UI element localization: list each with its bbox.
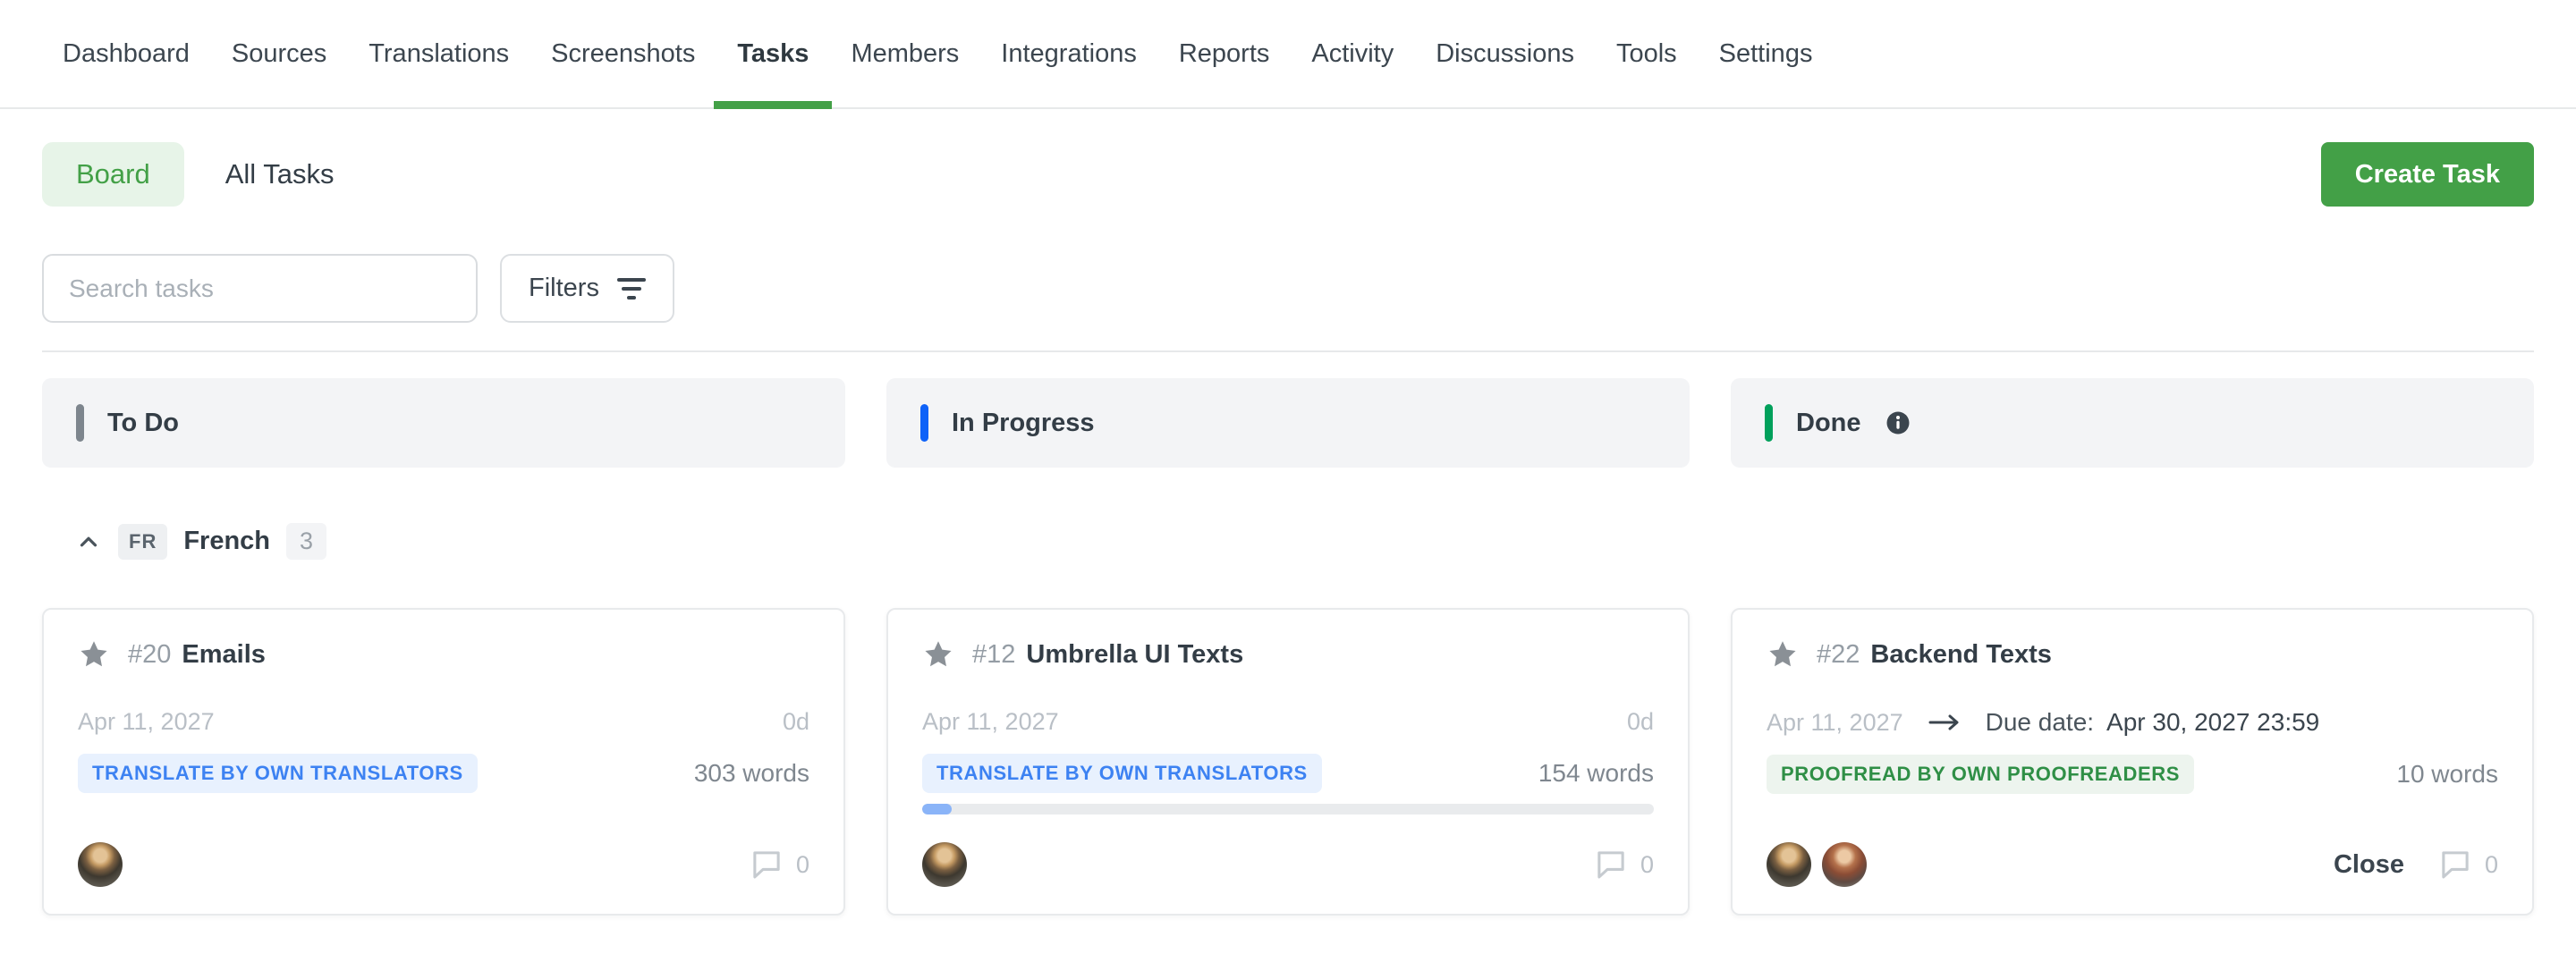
column-header-in-progress: In Progress [886,378,1690,468]
column-header-done: Done [1731,378,2534,468]
info-icon[interactable] [1885,409,1911,436]
filters-button[interactable]: Filters [500,254,674,323]
male-avatar[interactable] [1767,842,1811,887]
filter-lines-icon [617,278,646,300]
due-date-value: Apr 30, 2027 23:59 [2106,708,2319,737]
language-name: French [183,527,270,556]
male-avatar[interactable] [922,842,967,887]
comment-icon [750,849,784,880]
duration: 0d [1627,708,1654,736]
collapse-group-button[interactable] [75,528,102,555]
task-id: #20 [128,640,171,670]
card-badge-row: TRANSLATE BY OWN TRANSLATORS 154 words [922,754,1654,793]
task-card-emails[interactable]: #20 Emails Apr 11, 2027 0d TRANSLATE BY … [42,608,845,916]
task-title: Emails [182,640,266,670]
task-card-umbrella-ui-texts[interactable]: #12 Umbrella UI Texts Apr 11, 2027 0d TR… [886,608,1690,916]
card-date-row: Apr 11, 2027 Due date: Apr 30, 2027 23:5… [1767,708,2498,737]
card-date-row: Apr 11, 2027 0d [78,708,809,736]
card-date-row: Apr 11, 2027 0d [922,708,1654,736]
board-columns: To Do In Progress Done [0,378,2576,468]
todo-status-bar [76,404,84,442]
search-input[interactable] [42,254,478,323]
nav-item-reports[interactable]: Reports [1179,0,1270,107]
tasks-toolbar: Board All Tasks Create Task [0,142,2576,207]
card-footer: 0 [922,842,1654,887]
card-footer: 0 [78,842,809,887]
female-avatar[interactable] [1822,842,1867,887]
done-status-bar [1765,404,1773,442]
nav-item-integrations[interactable]: Integrations [1001,0,1137,107]
tab-all-tasks[interactable]: All Tasks [225,158,335,190]
create-task-button[interactable]: Create Task [2321,142,2534,207]
star-icon[interactable] [1767,638,1799,671]
comment-count: 0 [796,851,809,879]
card-title-row: #20 Emails [78,638,809,671]
card-footer: Close 0 [1767,842,2498,887]
progress-bar-fill [922,804,952,814]
word-count: 10 words [2396,760,2498,789]
nav-item-dashboard[interactable]: Dashboard [63,0,190,107]
task-type-badge: TRANSLATE BY OWN TRANSLATORS [78,754,478,793]
progress-bar [922,804,1654,814]
nav-item-translations[interactable]: Translations [369,0,509,107]
nav-item-settings[interactable]: Settings [1719,0,1813,107]
assignee-avatars [1767,842,1867,887]
tab-board[interactable]: Board [42,142,184,207]
due-date-label: Due date: [1986,708,2094,737]
card-badge-row: PROOFREAD BY OWN PROOFREADERS 10 words [1767,755,2498,794]
star-icon[interactable] [922,638,954,671]
close-task-button[interactable]: Close [2334,850,2404,880]
comments[interactable]: 0 [750,849,809,880]
column-label: Done [1796,409,1861,438]
filters-button-label: Filters [529,274,599,303]
word-count: 154 words [1538,759,1654,788]
task-type-badge: TRANSLATE BY OWN TRANSLATORS [922,754,1322,793]
comment-icon [2438,849,2472,880]
assignee-avatars [78,842,123,887]
nav-item-tools[interactable]: Tools [1616,0,1677,107]
task-title: Umbrella UI Texts [1026,640,1243,670]
task-card-backend-texts[interactable]: #22 Backend Texts Apr 11, 2027 Due date:… [1731,608,2534,916]
task-id: #12 [972,640,1015,670]
card-badge-row: TRANSLATE BY OWN TRANSLATORS 303 words [78,754,809,793]
start-date: Apr 11, 2027 [922,708,1059,736]
nav-item-members[interactable]: Members [851,0,959,107]
column-label: In Progress [952,409,1095,438]
male-avatar[interactable] [78,842,123,887]
nav-item-tasks[interactable]: Tasks [737,0,809,107]
language-group-header: FR French 3 [0,523,2576,560]
duration: 0d [783,708,809,736]
nav-item-screenshots[interactable]: Screenshots [551,0,695,107]
column-label: To Do [107,409,179,438]
section-divider [42,350,2534,352]
language-code-badge: FR [118,524,167,560]
task-count-badge: 3 [286,523,326,560]
task-title: Backend Texts [1870,640,2052,670]
start-date: Apr 11, 2027 [1767,709,1903,737]
top-navigation: Dashboard Sources Translations Screensho… [0,0,2576,109]
comments[interactable]: 0 [2438,849,2498,880]
nav-item-discussions[interactable]: Discussions [1436,0,1574,107]
column-header-todo: To Do [42,378,845,468]
task-cards-row: #20 Emails Apr 11, 2027 0d TRANSLATE BY … [0,608,2576,916]
comment-icon [1594,849,1628,880]
card-title-row: #12 Umbrella UI Texts [922,638,1654,671]
comment-count: 0 [1640,851,1654,879]
in-progress-status-bar [920,404,928,442]
start-date: Apr 11, 2027 [78,708,215,736]
search-row: Filters [0,254,2576,323]
comments[interactable]: 0 [1594,849,1654,880]
arrow-right-icon [1927,711,1962,734]
comment-count: 0 [2485,851,2498,879]
assignee-avatars [922,842,967,887]
task-type-badge: PROOFREAD BY OWN PROOFREADERS [1767,755,2194,794]
card-title-row: #22 Backend Texts [1767,638,2498,671]
word-count: 303 words [694,759,809,788]
chevron-up-icon [75,528,102,555]
nav-item-activity[interactable]: Activity [1311,0,1394,107]
star-icon[interactable] [78,638,110,671]
task-id: #22 [1817,640,1860,670]
nav-item-sources[interactable]: Sources [232,0,326,107]
